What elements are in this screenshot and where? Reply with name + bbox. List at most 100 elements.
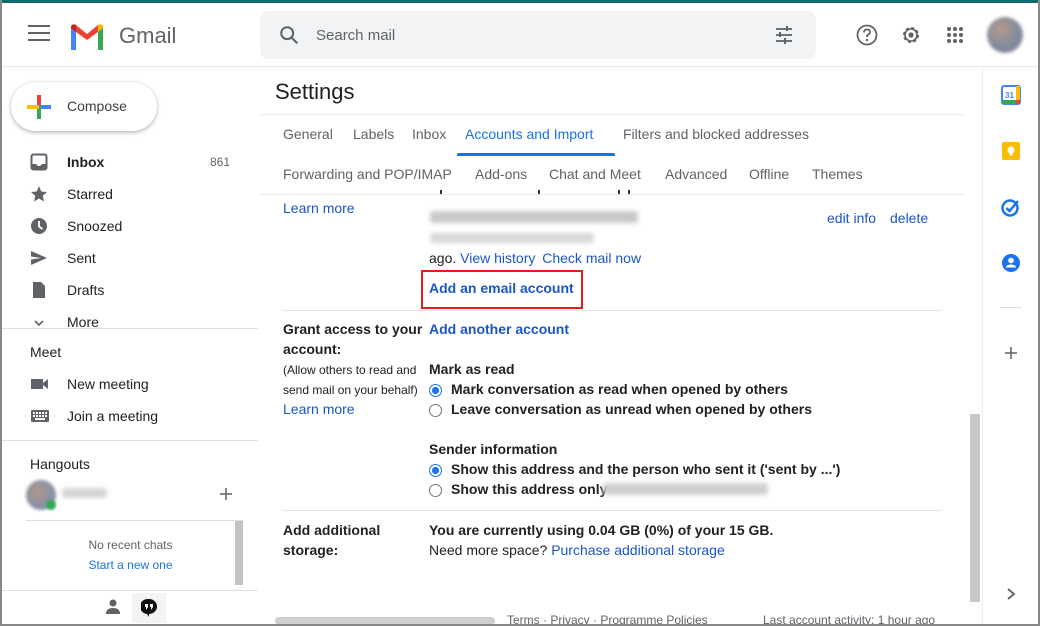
tab-advanced[interactable]: Advanced <box>665 166 727 182</box>
add-another-account-link[interactable]: Add another account <box>429 321 569 337</box>
meet-section-title: Meet <box>30 344 62 360</box>
grant-access-label-line1: Grant access to your <box>283 321 423 337</box>
learn-more-link[interactable]: Learn more <box>283 200 355 216</box>
chevron-right-icon[interactable] <box>1005 587 1017 601</box>
hangouts-tab-button[interactable] <box>132 593 166 623</box>
grant-access-desc-line1: (Allow others to read and <box>283 363 417 377</box>
star-icon <box>31 186 47 202</box>
clock-icon <box>31 218 47 234</box>
no-recent-chats-text: No recent chats <box>88 538 173 552</box>
side-panel: 31 <box>982 67 1038 624</box>
tab-labels[interactable]: Labels <box>353 126 394 142</box>
delete-link[interactable]: delete <box>890 210 928 226</box>
search-options-icon[interactable] <box>774 25 794 45</box>
hangouts-user[interactable] <box>26 478 226 514</box>
show-address-and-sender-radio[interactable] <box>429 464 442 477</box>
online-status-indicator <box>46 500 56 510</box>
need-more-space-text: Need more space? <box>429 542 548 558</box>
footer-policy-links[interactable]: Terms · Privacy · Programme Policies <box>507 613 708 626</box>
join-meeting-label: Join a meeting <box>67 408 159 424</box>
sidebar-item-sent[interactable]: Sent <box>2 242 258 274</box>
mark-read-radio[interactable] <box>429 384 442 397</box>
start-new-chat-link[interactable]: Start a new one <box>26 558 235 572</box>
join-meeting-button[interactable]: Join a meeting <box>2 401 258 433</box>
settings-gear-icon[interactable] <box>899 23 923 47</box>
side-panel-divider <box>1000 307 1022 308</box>
app-name[interactable]: Gmail <box>119 23 176 49</box>
sidebar-divider <box>2 328 258 329</box>
hangouts-section-title: Hangouts <box>30 456 90 472</box>
scrolled-off-text <box>428 190 668 195</box>
help-icon[interactable] <box>855 23 879 47</box>
send-icon <box>31 251 47 265</box>
sidebar-item-snoozed[interactable]: Snoozed <box>2 210 258 242</box>
inbox-icon <box>30 153 48 171</box>
compose-button[interactable]: Compose <box>11 82 157 131</box>
main-vertical-scrollbar[interactable] <box>970 414 980 602</box>
account-avatar[interactable] <box>987 17 1023 53</box>
sidebar-item-label: Snoozed <box>67 218 123 234</box>
sidebar-item-starred[interactable]: Starred <box>2 178 258 210</box>
new-conversation-plus-icon[interactable] <box>218 486 234 502</box>
check-mail-line: ago. View history Check mail now <box>429 250 641 266</box>
hangouts-footer-divider <box>2 590 258 591</box>
storage-label-line1: Add additional <box>283 522 381 538</box>
tasks-icon[interactable] <box>1001 197 1021 217</box>
tab-themes[interactable]: Themes <box>812 166 863 182</box>
hangouts-scrollbar[interactable] <box>235 521 243 585</box>
tab-forwarding-pop-imap[interactable]: Forwarding and POP/IMAP <box>283 166 452 182</box>
search-input[interactable] <box>316 23 756 47</box>
mark-read-radio-label[interactable]: Mark conversation as read when opened by… <box>451 381 788 397</box>
search-bar[interactable] <box>260 11 816 59</box>
sidebar-item-label: Drafts <box>67 282 105 298</box>
sidebar-item-label: Starred <box>67 186 113 202</box>
add-email-account-link[interactable]: Add an email account <box>429 280 574 296</box>
tab-filters-and-blocked-addresses[interactable]: Filters and blocked addresses <box>623 126 809 142</box>
section-divider <box>283 510 941 511</box>
tab-general[interactable]: General <box>283 126 333 142</box>
contacts-icon[interactable] <box>1001 253 1021 273</box>
tab-inbox[interactable]: Inbox <box>412 126 446 142</box>
tab-accounts-and-import[interactable]: Accounts and Import <box>465 126 593 142</box>
leave-unread-radio-label[interactable]: Leave conversation as unread when opened… <box>451 401 812 417</box>
compose-label: Compose <box>67 98 127 114</box>
leave-unread-radio[interactable] <box>429 404 442 417</box>
new-meeting-button[interactable]: New meeting <box>2 369 258 401</box>
edit-info-link[interactable]: edit info <box>827 210 876 226</box>
active-tab-indicator <box>457 153 615 156</box>
storage-usage-text: You are currently using 0.04 GB (0%) of … <box>429 522 774 538</box>
ago-text: ago. <box>429 250 457 266</box>
sidebar-item-more[interactable]: More <box>2 306 258 338</box>
section-divider <box>283 310 941 311</box>
sidebar-item-label: Sent <box>67 250 96 266</box>
person-icon[interactable] <box>104 598 122 616</box>
horizontal-scrollbar[interactable] <box>275 617 495 625</box>
purchase-storage-link[interactable]: Purchase additional storage <box>551 542 725 558</box>
view-history-link[interactable]: View history <box>460 250 535 266</box>
get-add-ons-plus-icon[interactable] <box>1003 345 1019 361</box>
video-camera-icon <box>31 379 48 389</box>
keyboard-icon <box>31 410 49 422</box>
sidebar-item-inbox[interactable]: Inbox 861 <box>2 146 258 178</box>
top-header: Gmail <box>2 3 1038 67</box>
grant-access-learn-more-link[interactable]: Learn more <box>283 401 355 417</box>
last-account-activity: Last account activity: 1 hour ago <box>763 613 936 626</box>
show-address-and-sender-label[interactable]: Show this address and the person who sen… <box>451 461 840 477</box>
keep-icon[interactable] <box>1001 141 1021 161</box>
search-icon[interactable] <box>278 24 300 46</box>
tab-chat-and-meet[interactable]: Chat and Meet <box>549 166 641 182</box>
unread-count: 861 <box>209 155 230 169</box>
blurred-last-checked <box>430 233 594 243</box>
show-address-only-label[interactable]: Show this address only <box>451 481 607 497</box>
apps-grid-icon[interactable] <box>943 23 967 47</box>
svg-text:31: 31 <box>1005 91 1014 100</box>
mark-as-read-title: Mark as read <box>429 361 515 377</box>
show-address-only-radio[interactable] <box>429 484 442 497</box>
tab-offline[interactable]: Offline <box>749 166 789 182</box>
tab-add-ons[interactable]: Add-ons <box>475 166 527 182</box>
menu-icon[interactable] <box>28 25 50 43</box>
check-mail-now-link[interactable]: Check mail now <box>542 250 641 266</box>
sidebar-item-drafts[interactable]: Drafts <box>2 274 258 306</box>
sidebar-divider <box>2 440 258 441</box>
calendar-icon[interactable]: 31 <box>1001 85 1021 105</box>
